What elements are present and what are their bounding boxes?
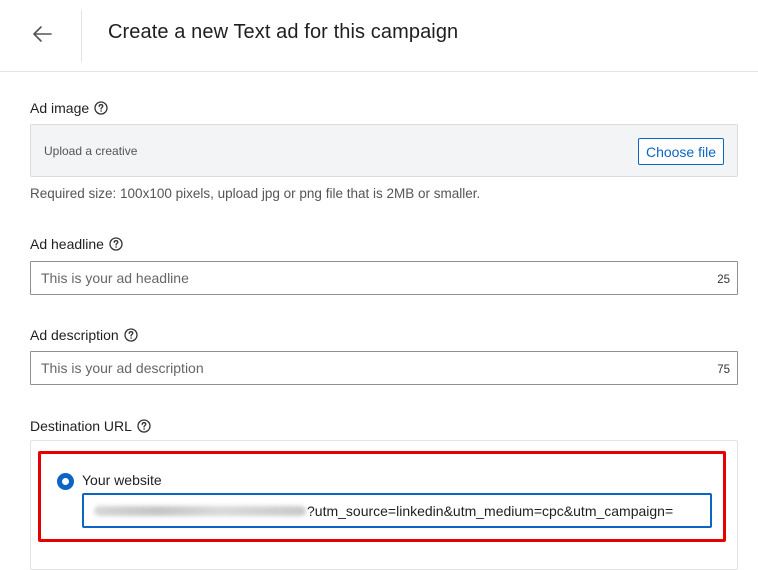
choose-file-button[interactable]: Choose file xyxy=(637,138,724,165)
page-title: Create a new Text ad for this campaign xyxy=(108,21,459,43)
back-button[interactable] xyxy=(26,18,58,50)
help-icon[interactable] xyxy=(94,101,108,115)
blurred-url-domain xyxy=(94,506,306,516)
image-size-helper-text: Required size: 100x100 pixels, upload jp… xyxy=(30,186,481,201)
ad-image-label: Ad image xyxy=(30,100,90,116)
destination-url-input[interactable]: ?utm_source=linkedin&utm_medium=cpc&utm_… xyxy=(82,493,712,528)
header: Create a new Text ad for this campaign xyxy=(0,0,758,72)
url-query-text: ?utm_source=linkedin&utm_medium=cpc&utm_… xyxy=(307,503,674,519)
ad-description-field: 75 xyxy=(30,351,738,385)
ad-image-label-row: Ad image xyxy=(30,100,108,116)
ad-description-label-row: Ad description xyxy=(30,327,138,343)
help-icon[interactable] xyxy=(124,328,138,342)
your-website-radio[interactable] xyxy=(57,473,74,490)
ad-description-input[interactable] xyxy=(41,352,681,384)
header-divider xyxy=(81,10,82,62)
upload-placeholder: Upload a creative xyxy=(44,144,138,158)
upload-creative-box[interactable]: Upload a creative Choose file xyxy=(30,124,738,177)
ad-headline-input[interactable] xyxy=(41,262,681,294)
ad-headline-label-row: Ad headline xyxy=(30,236,123,252)
help-icon[interactable] xyxy=(137,419,151,433)
headline-char-counter: 25 xyxy=(717,274,730,286)
your-website-label[interactable]: Your website xyxy=(82,472,162,488)
ad-headline-label: Ad headline xyxy=(30,236,104,252)
destination-url-label-row: Destination URL xyxy=(30,418,151,434)
ad-description-label: Ad description xyxy=(30,327,119,343)
destination-url-label: Destination URL xyxy=(30,418,132,434)
help-icon[interactable] xyxy=(109,237,123,251)
arrow-left-icon[interactable] xyxy=(30,22,54,46)
radio-selected-dot xyxy=(62,478,69,485)
description-char-counter: 75 xyxy=(717,364,730,376)
ad-headline-field: 25 xyxy=(30,261,738,295)
